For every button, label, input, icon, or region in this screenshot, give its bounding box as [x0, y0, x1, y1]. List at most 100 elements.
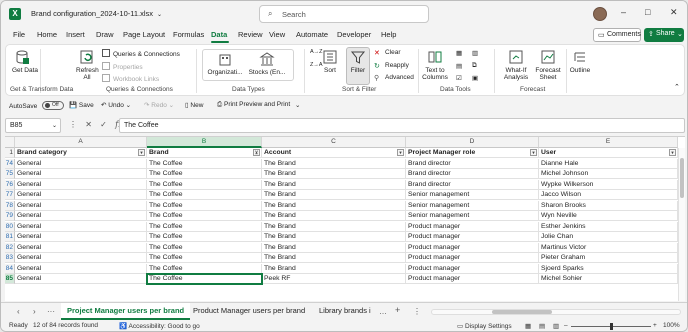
cell-brand[interactable]: The Coffee — [147, 232, 262, 242]
cell-account[interactable]: Peek RF — [262, 274, 406, 284]
select-all-corner[interactable] — [5, 137, 15, 148]
normal-view-icon[interactable]: ▦ — [525, 322, 531, 330]
row-header[interactable]: 79 — [5, 211, 15, 221]
autosave-toggle[interactable]: AutoSave Off — [9, 101, 64, 110]
cell-account[interactable]: The Brand — [262, 190, 406, 200]
filter-active-icon[interactable]: ⊻ — [253, 149, 260, 156]
get-data-button[interactable]: Get Data — [12, 49, 38, 74]
cell-brand-category[interactable]: General — [15, 274, 147, 284]
cell-user[interactable]: Martinus Victor — [539, 242, 678, 253]
cell-brand-category[interactable]: General — [15, 190, 147, 200]
avatar[interactable] — [593, 7, 607, 21]
more-sheets-icon[interactable]: ··· — [47, 307, 55, 316]
new-button[interactable]: ▯ New — [185, 101, 203, 109]
display-settings-button[interactable]: ▭ Display Settings — [457, 322, 512, 330]
row-header[interactable]: 1 — [5, 148, 15, 158]
cell-account[interactable]: The Brand — [262, 232, 406, 242]
comments-button[interactable]: ▭ Comments — [593, 28, 641, 42]
column-header-a[interactable]: A — [15, 137, 147, 148]
cell-brand-category[interactable]: General — [15, 221, 147, 232]
cell-brand[interactable]: The Coffee — [147, 221, 262, 232]
search-input[interactable]: ⌕ Search — [259, 5, 429, 23]
row-header[interactable]: 76 — [5, 179, 15, 190]
row-header[interactable]: 80 — [5, 221, 15, 232]
row-header[interactable]: 75 — [5, 169, 15, 179]
cell-pm-role[interactable]: Product manager — [406, 242, 539, 253]
sheet-options-icon[interactable]: ⋮ — [413, 307, 421, 316]
row-header[interactable]: 78 — [5, 200, 15, 211]
forecast-sheet-button[interactable]: Forecast Sheet — [534, 49, 562, 81]
cell-brand[interactable]: The Coffee — [147, 179, 262, 190]
filter-dropdown-icon[interactable]: ▾ — [669, 149, 676, 156]
cell-pm-role[interactable]: Senior management — [406, 190, 539, 200]
cell-pm-role[interactable]: Product manager — [406, 221, 539, 232]
cell-brand[interactable]: The Coffee — [147, 169, 262, 179]
cell-account[interactable]: The Brand — [262, 169, 406, 179]
consolidate-icon[interactable]: ▥ — [472, 49, 478, 57]
cell-pm-role[interactable]: Brand director — [406, 179, 539, 190]
cell-brand[interactable]: The Coffee — [147, 263, 262, 274]
zoom-level[interactable]: 100% — [663, 322, 680, 329]
add-sheet-icon[interactable]: + — [395, 305, 400, 315]
page-break-view-icon[interactable]: ▥ — [553, 322, 559, 330]
refresh-all-button[interactable]: Refresh All — [76, 49, 99, 81]
relationships-icon[interactable]: ⧉ — [472, 62, 477, 70]
cell-pm-role[interactable]: Senior management — [406, 200, 539, 211]
share-button[interactable]: ⇪ Share ⌄ — [644, 28, 684, 42]
organization-datatype-button[interactable]: Organizati... — [204, 51, 246, 76]
cell-brand-category[interactable]: General — [15, 232, 147, 242]
clear-filter-button[interactable]: ✕ Clear — [374, 49, 401, 57]
save-button[interactable]: 💾 Save — [69, 101, 94, 109]
cell-brand-category[interactable]: General — [15, 211, 147, 221]
cell-brand-category[interactable]: General — [15, 263, 147, 274]
tab-review[interactable]: Review — [238, 30, 263, 39]
column-header-c[interactable]: C — [262, 137, 406, 148]
header-cell-user[interactable]: User ▾ — [539, 148, 678, 158]
more-icon[interactable]: ⋮ — [69, 120, 77, 129]
cell-pm-role[interactable]: Brand director — [406, 158, 539, 169]
cell-brand[interactable]: The Coffee — [147, 190, 262, 200]
zoom-slider-knob[interactable] — [610, 323, 613, 330]
cell-pm-role[interactable]: Brand director — [406, 169, 539, 179]
tab-draw[interactable]: Draw — [96, 30, 114, 39]
tab-help[interactable]: Help — [381, 30, 396, 39]
outline-button[interactable]: Outline — [568, 49, 592, 74]
cell-account[interactable]: The Brand — [262, 253, 406, 263]
scrollbar-thumb[interactable] — [492, 310, 552, 314]
cancel-icon[interactable]: ✕ — [85, 120, 92, 129]
filter-button[interactable]: Filter — [348, 49, 368, 74]
row-header[interactable]: 84 — [5, 263, 15, 274]
data-validation-icon[interactable]: ☑ — [456, 74, 462, 82]
more-sheets-icon[interactable]: … — [379, 307, 387, 316]
queries-connections-button[interactable]: Queries & Connections — [102, 49, 180, 58]
properties-button[interactable]: Properties — [102, 62, 143, 71]
filter-dropdown-icon[interactable]: ▾ — [530, 149, 537, 156]
cell-brand-category[interactable]: General — [15, 200, 147, 211]
cell-pm-role[interactable]: Product manager — [406, 274, 539, 284]
next-sheet-icon[interactable]: › — [33, 307, 36, 316]
filter-dropdown-icon[interactable]: ▾ — [397, 149, 404, 156]
cell-user[interactable]: Jolie Chan — [539, 232, 678, 242]
sheet-tab-library-brands[interactable]: Library brands i — [313, 303, 377, 320]
vertical-scrollbar[interactable] — [678, 148, 685, 301]
cell-user[interactable]: Pieter Graham — [539, 253, 678, 263]
cell-brand[interactable]: The Coffee — [147, 158, 262, 169]
minimize-icon[interactable]: – — [621, 7, 626, 17]
reapply-button[interactable]: ↻ Reapply — [374, 62, 409, 70]
cell-brand[interactable]: The Coffee — [147, 211, 262, 221]
row-header[interactable]: 74 — [5, 158, 15, 169]
undo-button[interactable]: ↶ Undo ⌄ — [101, 101, 131, 109]
zoom-in-icon[interactable]: + — [653, 322, 657, 329]
cell-user[interactable]: Michel Sohier — [539, 274, 678, 284]
tab-file[interactable]: File — [13, 30, 25, 39]
cell-account[interactable]: The Brand — [262, 200, 406, 211]
cell-brand-category[interactable]: General — [15, 169, 147, 179]
cell-user[interactable]: Wypke Wilkerson — [539, 179, 678, 190]
cell-user[interactable]: Dianne Hale — [539, 158, 678, 169]
cell-user[interactable]: Michel Johnson — [539, 169, 678, 179]
cell-brand-category[interactable]: General — [15, 179, 147, 190]
cell-account[interactable]: The Brand — [262, 242, 406, 253]
cell-pm-role[interactable]: Product manager — [406, 232, 539, 242]
column-header-e[interactable]: E — [539, 137, 678, 148]
remove-duplicates-icon[interactable]: ▤ — [456, 62, 462, 70]
